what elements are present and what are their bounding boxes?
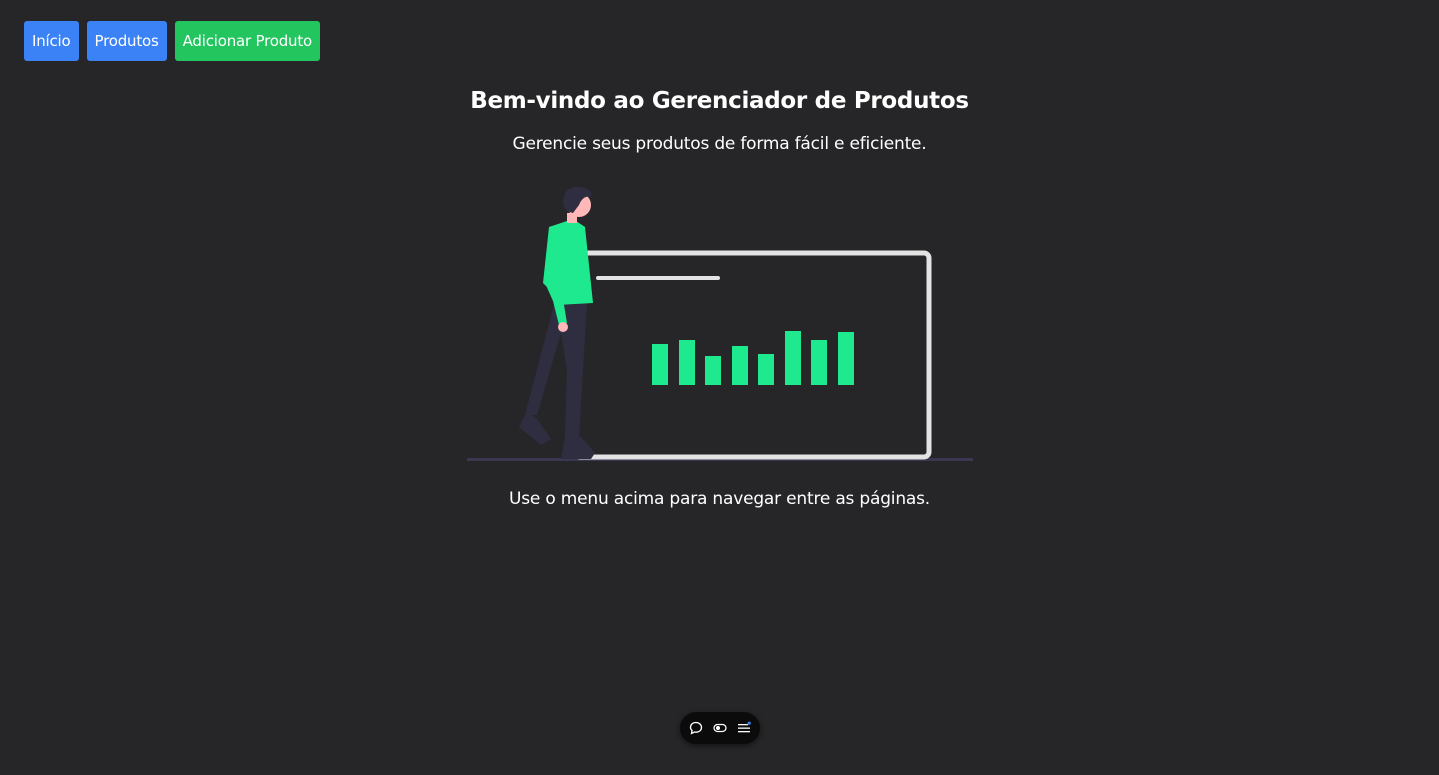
board-bar (838, 332, 854, 385)
presentation-board (572, 250, 932, 460)
nav-adicionar-produto-button[interactable]: Adicionar Produto (174, 21, 321, 61)
board-bar (705, 356, 721, 385)
nav-produtos-button[interactable]: Produtos (86, 21, 167, 61)
board-bar (811, 340, 827, 385)
page-subtitle: Gerencie seus produtos de forma fácil e … (512, 134, 927, 154)
board-bar (732, 346, 748, 385)
floating-toolbar (680, 712, 760, 744)
menu-icon[interactable] (737, 721, 751, 735)
board-bars (652, 331, 854, 385)
board-title-line (596, 276, 720, 280)
board-bar (785, 331, 801, 385)
toggle-icon[interactable] (713, 721, 727, 735)
person-figure (519, 186, 595, 459)
board-bar (679, 340, 695, 385)
page-title: Bem-vindo ao Gerenciador de Produtos (470, 88, 969, 114)
top-nav: Início Produtos Adicionar Produto (24, 21, 321, 61)
board-bar (652, 344, 668, 385)
nav-inicio-button[interactable]: Início (24, 21, 79, 61)
navigation-hint: Use o menu acima para navegar entre as p… (509, 489, 930, 509)
hero-section: Bem-vindo ao Gerenciador de Produtos Ger… (0, 88, 1439, 154)
board-bar (758, 354, 774, 385)
presentation-dashboard-illustration (467, 186, 973, 461)
comment-icon[interactable] (689, 721, 703, 735)
